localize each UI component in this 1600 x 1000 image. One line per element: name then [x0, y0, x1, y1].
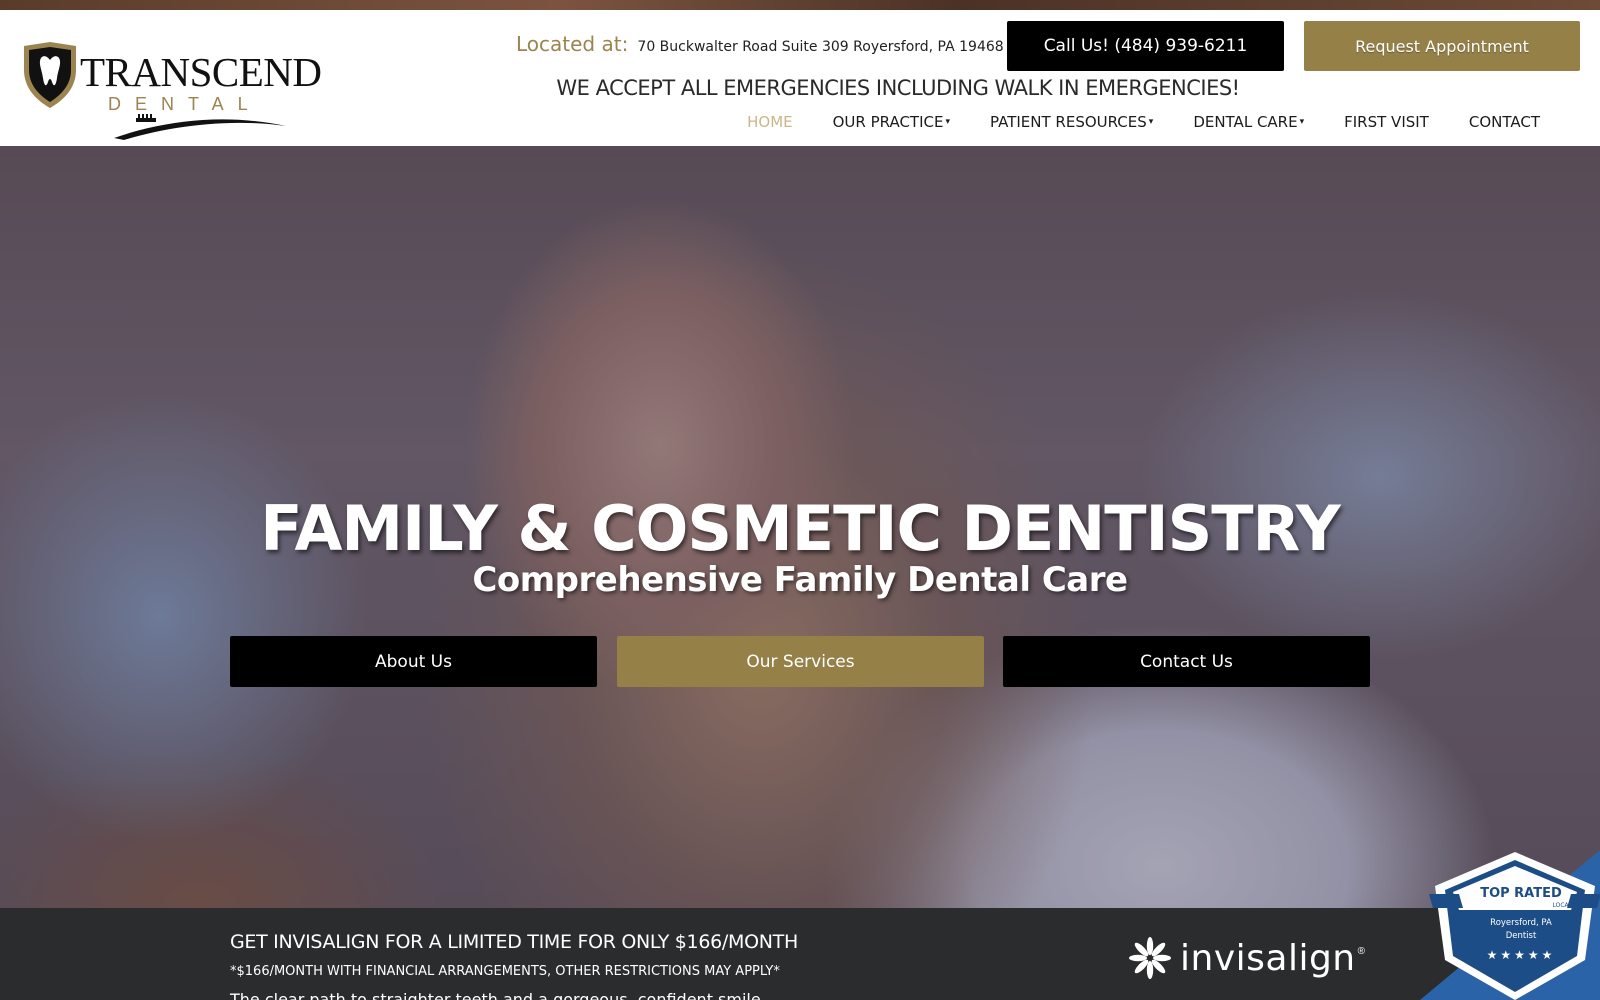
starburst-icon — [1129, 937, 1171, 979]
site-header: TRANSCEND DENTAL Located at: 70 Buckwalt… — [0, 10, 1600, 146]
caret-down-icon: ▾ — [1148, 117, 1154, 127]
promo-title: GET INVISALIGN FOR A LIMITED TIME FOR ON… — [230, 931, 798, 953]
invisalign-wordmark: invisalign — [1180, 937, 1356, 979]
about-us-button[interactable]: About Us — [230, 636, 597, 687]
top-photo-strip — [0, 0, 1600, 10]
badge-stars: ★★★★★ — [1486, 948, 1556, 962]
invisalign-promo-bar: GET INVISALIGN FOR A LIMITED TIME FOR ON… — [0, 908, 1600, 1000]
promo-description: The clear path to straighter teeth and a… — [230, 990, 766, 1000]
site-logo[interactable]: TRANSCEND DENTAL — [20, 40, 322, 140]
badge-location: Royersford, PA — [1490, 918, 1552, 928]
hero-subtitle: Comprehensive Family Dental Care — [472, 560, 1128, 600]
nav-item-home[interactable]: HOME — [727, 113, 813, 131]
badge-category: Dentist — [1505, 931, 1537, 941]
caret-down-icon: ▾ — [945, 117, 951, 127]
location-address[interactable]: 70 Buckwalter Road Suite 309 Royersford,… — [637, 39, 1003, 55]
nav-item-label: CONTACT — [1468, 113, 1540, 131]
location-label: Located at: — [516, 32, 629, 56]
hero-title: FAMILY & COSMETIC DENTISTRY — [260, 492, 1341, 565]
nav-item-first-visit[interactable]: FIRST VISIT — [1324, 113, 1449, 131]
hero-banner: FAMILY & COSMETIC DENTISTRY Comprehensiv… — [0, 146, 1600, 908]
registered-mark: ® — [1357, 946, 1365, 957]
logo-wordmark: TRANSCEND — [80, 49, 322, 95]
nav-item-label: OUR PRACTICE — [832, 113, 944, 131]
nav-item-label: FIRST VISIT — [1344, 113, 1429, 131]
invisalign-logo[interactable]: invisalign ® — [1128, 936, 1365, 980]
tooth-shield-icon — [24, 42, 76, 108]
badge-subtitle: LOCAL — [1552, 902, 1573, 909]
nav-item-label: DENTAL CARE — [1193, 113, 1298, 131]
swoosh-icon — [114, 114, 286, 140]
nav-item-label: PATIENT RESOURCES — [990, 113, 1147, 131]
location-info: Located at: 70 Buckwalter Road Suite 309… — [516, 32, 1004, 56]
main-nav: HOME OUR PRACTICE ▾ PATIENT RESOURCES ▾ … — [727, 113, 1560, 131]
caret-down-icon: ▾ — [1299, 117, 1305, 127]
call-button[interactable]: Call Us! (484) 939-6211 — [1007, 21, 1284, 71]
request-appointment-button[interactable]: Request Appointment — [1304, 21, 1580, 71]
contact-us-button[interactable]: Contact Us — [1003, 636, 1370, 687]
nav-item-label: HOME — [747, 113, 793, 131]
nav-item-our-practice[interactable]: OUR PRACTICE ▾ — [813, 113, 970, 131]
nav-item-dental-care[interactable]: DENTAL CARE ▾ — [1173, 113, 1324, 131]
badge-title: TOP RATED — [1480, 886, 1562, 901]
emergency-notice: WE ACCEPT ALL EMERGENCIES INCLUDING WALK… — [556, 76, 1240, 100]
nav-item-contact[interactable]: CONTACT — [1449, 113, 1560, 131]
nav-item-patient-resources[interactable]: PATIENT RESOURCES ▾ — [970, 113, 1173, 131]
promo-disclaimer: *$166/MONTH WITH FINANCIAL ARRANGEMENTS,… — [230, 964, 780, 979]
our-services-button[interactable]: Our Services — [617, 636, 984, 687]
